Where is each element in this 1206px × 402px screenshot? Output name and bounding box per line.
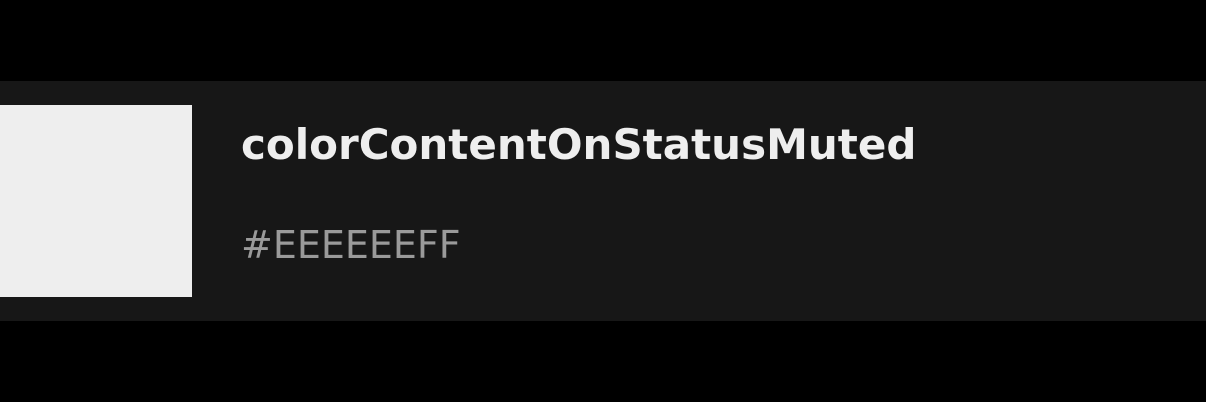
color-swatch (0, 105, 192, 297)
token-name: colorContentOnStatusMuted (241, 120, 917, 169)
color-token-row: colorContentOnStatusMuted #EEEEEEFF (0, 81, 1206, 321)
token-hex-value: #EEEEEEFF (241, 223, 461, 267)
